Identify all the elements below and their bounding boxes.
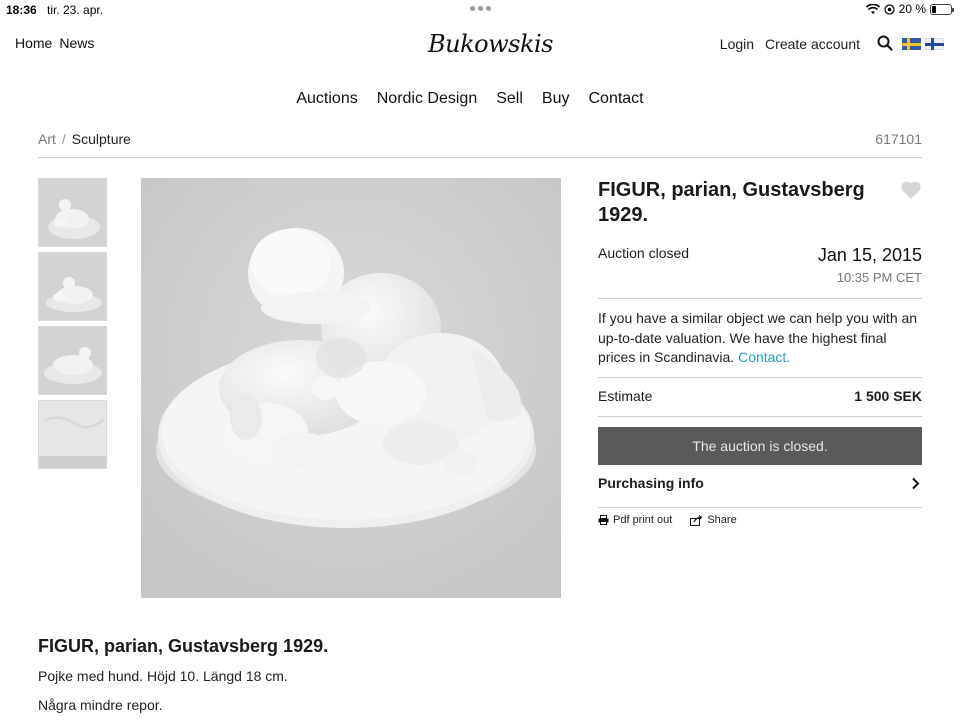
breadcrumb: Art / Sculpture (38, 131, 131, 147)
heart-icon[interactable] (900, 180, 922, 200)
description-title: FIGUR, parian, Gustavsberg 1929. (38, 636, 329, 656)
login-link[interactable]: Login (720, 36, 754, 52)
nav-sell[interactable]: Sell (496, 90, 523, 108)
description-line: Pojke med hund. Höjd 10. Längd 18 cm. (38, 668, 288, 684)
auction-date: Jan 15, 2015 (817, 245, 922, 265)
nav-nordic-design[interactable]: Nordic Design (377, 90, 477, 108)
nav-contact[interactable]: Contact (588, 90, 643, 108)
chevron-right-icon (912, 477, 920, 490)
lot-number: 617101 (875, 131, 922, 147)
lot-info-panel: FIGUR, parian, Gustavsberg 1929. Auction… (598, 178, 922, 526)
share-button[interactable]: Share (690, 514, 737, 526)
lot-title: FIGUR, parian, Gustavsberg 1929. (598, 179, 865, 226)
wifi-icon (865, 3, 880, 14)
nav-home-link[interactable]: Home (15, 35, 52, 51)
main-lot-image[interactable] (141, 178, 561, 598)
breadcrumb-sculpture[interactable]: Sculpture (72, 131, 131, 147)
search-icon[interactable] (877, 35, 893, 51)
site-header: Home News Bukowskis Login Create account (0, 24, 960, 74)
printer-icon (598, 515, 609, 525)
create-account-link[interactable]: Create account (765, 36, 860, 52)
thumbnail-4[interactable] (38, 400, 107, 469)
nav-buy[interactable]: Buy (542, 90, 570, 108)
pdf-print-label: Pdf print out (613, 514, 673, 526)
valuation-text: If you have a similar object we can help… (598, 309, 922, 368)
pdf-print-button[interactable]: Pdf print out (598, 514, 672, 526)
contact-link[interactable]: Contact. (738, 349, 790, 365)
sweden-flag-icon[interactable] (902, 38, 921, 50)
share-icon (690, 514, 703, 526)
purchasing-info-row[interactable]: Purchasing info (598, 474, 922, 508)
share-label: Share (707, 514, 737, 526)
auction-closed-banner: The auction is closed. (598, 427, 922, 465)
divider (598, 416, 922, 417)
auction-status: Auction closed (598, 245, 690, 261)
finland-flag-icon[interactable] (925, 38, 944, 50)
status-bar: 18:36 tir. 23. apr. 20 % (0, 0, 960, 20)
divider (598, 377, 922, 378)
bukowskis-logo[interactable]: Bukowskis (428, 30, 553, 58)
main-nav: Auctions Nordic Design Sell Buy Contact (0, 90, 960, 108)
status-indicators: 20 % (865, 2, 954, 16)
divider (38, 157, 922, 158)
nav-auctions[interactable]: Auctions (296, 90, 357, 108)
lot-actions: Pdf print out Share (598, 514, 737, 526)
purchasing-info-label: Purchasing info (598, 475, 704, 491)
status-time: 18:36 (6, 3, 37, 17)
multitasking-dots[interactable] (470, 6, 491, 11)
location-icon (884, 3, 895, 15)
divider (598, 298, 922, 299)
estimate-value: 1 500 SEK (854, 388, 922, 404)
battery-icon (930, 3, 954, 15)
estimate-label: Estimate (598, 388, 653, 404)
top-nav-left: Home News (15, 35, 94, 51)
status-date: tir. 23. apr. (47, 3, 104, 17)
nav-news-link[interactable]: News (59, 35, 94, 51)
auction-time: 10:35 PM CET (836, 270, 922, 285)
breadcrumb-art[interactable]: Art (38, 131, 56, 147)
thumbnail-3[interactable] (38, 326, 107, 395)
divider (598, 507, 922, 508)
auction-status-row: Auction closed Jan 15, 2015 10:35 PM CET (598, 244, 922, 292)
battery-percent: 20 % (898, 2, 926, 16)
description-line: Några mindre repor. (38, 697, 163, 713)
top-nav-right: Login Create account (720, 36, 860, 52)
thumbnail-2[interactable] (38, 252, 107, 321)
thumbnail-1[interactable] (38, 178, 107, 247)
breadcrumb-separator: / (61, 131, 66, 147)
